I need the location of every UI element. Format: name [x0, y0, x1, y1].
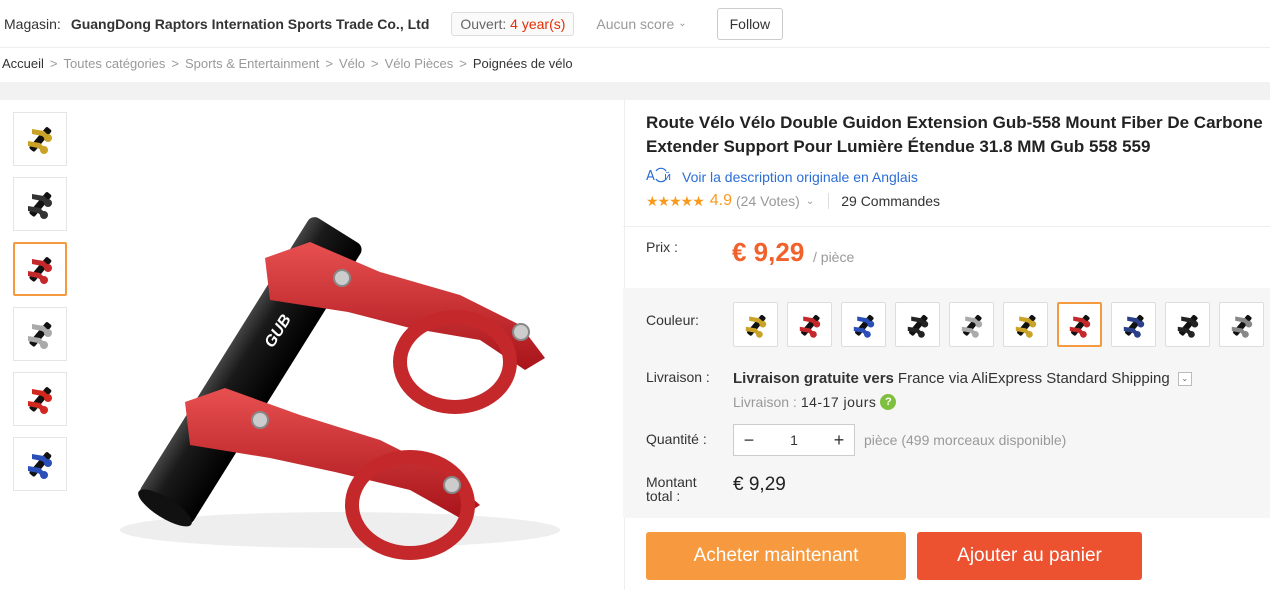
chevron-down-icon[interactable]: ⌄ [806, 196, 814, 207]
divider [828, 193, 830, 209]
store-label: Magasin: [4, 15, 61, 32]
original-description-link[interactable]: Aй Voir la description originale en Angl… [646, 167, 1270, 186]
gallery-thumbnail[interactable] [13, 437, 67, 491]
breadcrumb-separator: > [371, 56, 379, 71]
delivery-time-label: Livraison : [733, 394, 797, 410]
gallery-thumbnail[interactable] [13, 307, 67, 361]
product-thumbnail-icon [28, 387, 52, 414]
svg-text:й: й [664, 170, 671, 183]
delivery-time: Livraison : 14-17 jours ? [733, 394, 897, 410]
breadcrumb-handlebar-grips[interactable]: Poignées de vélo [473, 56, 573, 71]
handlebar-extender-image: GUB [120, 217, 560, 560]
availability-text: pièce (499 morceaux disponible) [864, 432, 1067, 448]
decrement-button[interactable]: − [734, 425, 764, 455]
product-title: Route Vélo Vélo Double Guidon Extension … [646, 113, 1263, 156]
buy-now-button[interactable]: Acheter maintenant [646, 532, 906, 580]
open-prefix: Ouvert: [460, 15, 507, 32]
color-swatches [733, 302, 1264, 347]
quantity-input[interactable] [764, 425, 824, 455]
product-thumbnail-icon [1231, 314, 1252, 338]
product-thumbnail-icon [907, 314, 928, 338]
star-rating-icon: ★★★★★ [646, 192, 705, 209]
add-to-cart-button[interactable]: Ajouter au panier [917, 532, 1142, 580]
chevron-down-icon: ⌄ [678, 18, 687, 29]
product-thumbnail-icon [28, 257, 52, 284]
delivery-days: 14-17 jours [800, 394, 877, 410]
rating-value: 4.9 [709, 192, 733, 209]
gallery-thumbnail[interactable] [13, 242, 67, 296]
gallery-thumbnail[interactable] [13, 112, 67, 166]
breadcrumb-home[interactable]: Accueil [2, 56, 44, 71]
color-swatch[interactable] [841, 302, 886, 347]
shipping-dropdown-icon[interactable]: ⌄ [1177, 371, 1192, 386]
votes-count[interactable]: (24 Votes) [736, 193, 800, 209]
shipping-method[interactable]: France via AliExpress Standard Shipping [898, 370, 1170, 387]
product-thumbnail-icon [1177, 314, 1198, 338]
product-thumbnail-icon [1015, 314, 1036, 338]
product-thumbnail-icon [961, 314, 982, 338]
breadcrumb-bike-parts[interactable]: Vélo Pièces [385, 56, 454, 71]
product-thumbnail-icon [1069, 314, 1090, 338]
color-swatch[interactable] [1165, 302, 1210, 347]
quantity-label: Quantité : [646, 431, 707, 447]
store-score-dropdown[interactable]: Aucun score ⌄ [596, 16, 686, 32]
color-swatch[interactable] [1057, 302, 1102, 347]
rating-row: ★★★★★ 4.9 (24 Votes) ⌄ 29 Commandes [646, 192, 1270, 210]
price-section: Prix : € 9,29 / pièce [623, 226, 1270, 288]
section-divider [0, 82, 1270, 100]
quantity-stepper: − + [733, 424, 855, 456]
breadcrumb-separator: > [171, 56, 180, 71]
color-swatch[interactable] [1111, 302, 1156, 347]
product-thumbnail-icon [745, 314, 766, 338]
thumbnail-list [13, 112, 69, 502]
store-open-badge: Ouvert: 4 year(s) [451, 11, 575, 36]
store-bar: Magasin: GuangDong Raptors Internation S… [0, 0, 1270, 48]
product-thumbnail-icon [799, 314, 820, 338]
product-thumbnail-icon [28, 127, 52, 154]
breadcrumb-separator: > [325, 56, 334, 71]
color-swatch[interactable] [1003, 302, 1048, 347]
breadcrumb: Accueil > Toutes catégories > Sports & E… [2, 56, 573, 71]
open-years: 4 year(s) [510, 15, 566, 32]
free-shipping-text: Livraison gratuite vers [733, 370, 894, 387]
price-unit: / pièce [813, 249, 855, 265]
product-options: Couleur: Livraison : Livraison gratuite … [623, 288, 1270, 518]
color-swatch[interactable] [1219, 302, 1264, 347]
color-label: Couleur: [646, 312, 699, 328]
product-gallery: GUB [0, 100, 625, 590]
gallery-thumbnail[interactable] [13, 177, 67, 231]
help-icon[interactable]: ? [880, 394, 897, 410]
product-thumbnail-icon [853, 314, 874, 338]
increment-button[interactable]: + [824, 425, 854, 455]
color-swatch[interactable] [787, 302, 832, 347]
svg-text:A: A [646, 169, 655, 183]
score-text: Aucun score [596, 15, 675, 32]
total-label: Montant total : [646, 474, 697, 504]
follow-button[interactable]: Follow [716, 7, 784, 40]
price-value: € 9,29 [732, 237, 805, 267]
gallery-thumbnail[interactable] [13, 372, 67, 426]
breadcrumb-separator: > [49, 56, 58, 71]
product-info: Route Vélo Vélo Double Guidon Extension … [646, 100, 1270, 210]
breadcrumb-all-categories[interactable]: Toutes catégories [64, 56, 166, 71]
total-value: € 9,29 [733, 474, 786, 495]
store-name[interactable]: GuangDong Raptors Internation Sports Tra… [71, 16, 430, 32]
color-swatch[interactable] [733, 302, 778, 347]
translate-icon: Aй [646, 167, 674, 186]
color-swatch[interactable] [895, 302, 940, 347]
product-thumbnail-icon [28, 192, 52, 219]
shipping-destination: Livraison gratuite vers France via AliEx… [733, 370, 1192, 387]
product-thumbnail-icon [28, 322, 52, 349]
product-thumbnail-icon [28, 452, 52, 479]
color-swatch[interactable] [949, 302, 994, 347]
shipping-label: Livraison : [646, 369, 710, 385]
breadcrumb-separator: > [459, 56, 467, 71]
original-description-text: Voir la description originale en Anglais [682, 168, 918, 185]
orders-count: 29 Commandes [841, 193, 941, 209]
price-label: Prix : [646, 239, 678, 255]
product-thumbnail-icon [1123, 314, 1144, 338]
main-product-image[interactable]: GUB [80, 100, 620, 590]
breadcrumb-sports[interactable]: Sports & Entertainment [185, 56, 319, 71]
breadcrumb-bike[interactable]: Vélo [339, 56, 365, 71]
